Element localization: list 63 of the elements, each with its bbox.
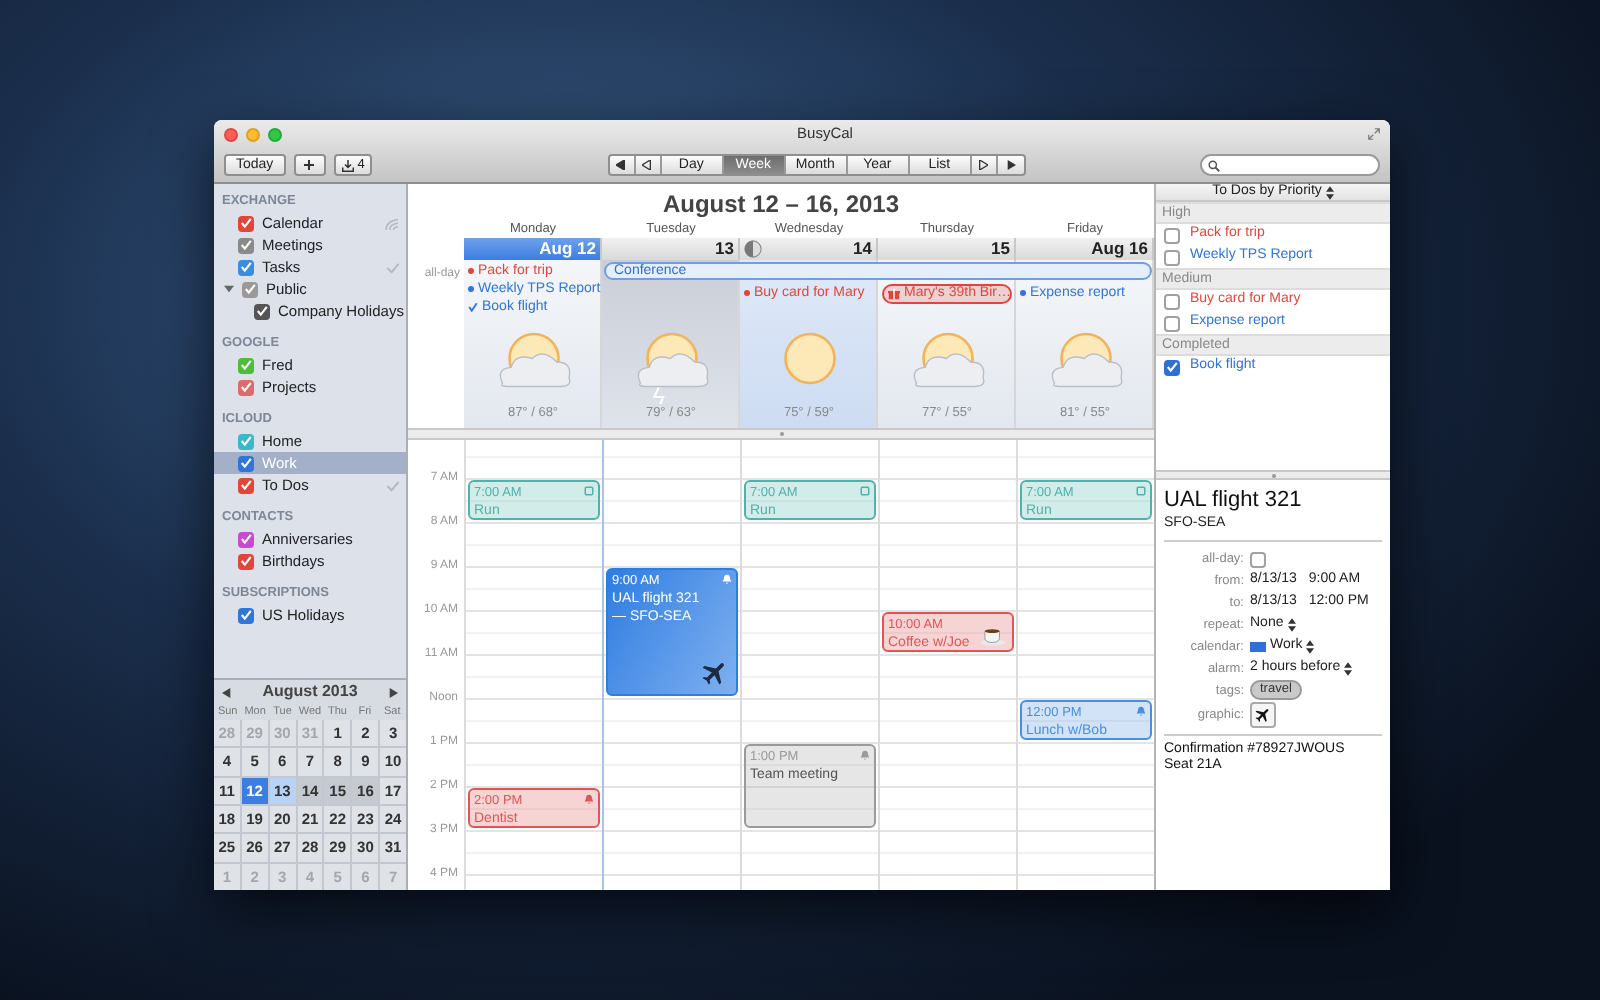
checkbox[interactable] bbox=[1164, 249, 1180, 265]
fullscreen-icon[interactable] bbox=[1368, 128, 1380, 140]
split-handle[interactable] bbox=[779, 432, 783, 436]
checkbox[interactable] bbox=[1164, 359, 1180, 375]
square-icon bbox=[584, 486, 594, 496]
checkbox[interactable] bbox=[1250, 551, 1266, 567]
checkbox[interactable] bbox=[238, 357, 254, 373]
previous-page-icon bbox=[616, 160, 627, 170]
month-title: August 2013 bbox=[262, 680, 358, 704]
checkbox[interactable] bbox=[1164, 227, 1180, 243]
previous-month-icon[interactable] bbox=[222, 687, 232, 697]
next-icon bbox=[978, 160, 989, 170]
checkmark-icon bbox=[386, 479, 400, 491]
up-down-arrows-icon bbox=[1306, 640, 1315, 654]
checkbox[interactable] bbox=[238, 553, 254, 569]
next-month-icon[interactable] bbox=[387, 687, 398, 697]
checkbox[interactable] bbox=[238, 531, 254, 547]
download-icon bbox=[341, 159, 354, 171]
square-icon bbox=[860, 486, 870, 496]
close-button[interactable] bbox=[224, 127, 238, 141]
up-down-arrows-icon bbox=[1325, 185, 1334, 199]
checkbox[interactable] bbox=[254, 303, 270, 319]
checkmark-icon bbox=[386, 261, 400, 273]
previous-icon bbox=[642, 160, 653, 170]
checkbox[interactable] bbox=[238, 259, 254, 275]
disclosure-triangle-icon[interactable] bbox=[224, 284, 234, 294]
up-down-arrows-icon bbox=[1344, 662, 1353, 676]
split-handle[interactable] bbox=[1271, 473, 1275, 477]
next-page-icon bbox=[1005, 160, 1016, 170]
checkbox[interactable] bbox=[238, 607, 254, 623]
zoom-button[interactable] bbox=[268, 127, 282, 141]
event-title: UAL flight 321 bbox=[1164, 488, 1304, 514]
checkbox[interactable] bbox=[1164, 315, 1180, 331]
bell-icon bbox=[584, 794, 594, 804]
checkbox[interactable] bbox=[238, 455, 254, 471]
search-field[interactable] bbox=[1200, 154, 1380, 176]
checkbox[interactable] bbox=[242, 281, 258, 297]
bell-icon bbox=[860, 750, 870, 760]
checkbox[interactable] bbox=[238, 477, 254, 493]
bell-icon bbox=[722, 574, 732, 584]
airplane-icon bbox=[1254, 706, 1272, 724]
date-header[interactable]: Aug 16 bbox=[1016, 238, 1154, 260]
date-header[interactable]: 13 bbox=[602, 238, 740, 260]
minimize-button[interactable] bbox=[246, 127, 260, 141]
signal-arcs-icon bbox=[384, 217, 400, 229]
plus-icon bbox=[304, 160, 315, 170]
date-header[interactable]: 14 bbox=[740, 238, 878, 260]
square-icon bbox=[1136, 486, 1146, 496]
date-header[interactable]: 15 bbox=[878, 238, 1016, 260]
graphic-button[interactable] bbox=[1250, 702, 1276, 728]
up-down-arrows-icon bbox=[1287, 618, 1296, 632]
checkbox[interactable] bbox=[238, 237, 254, 253]
add-button[interactable] bbox=[293, 154, 326, 176]
search-icon bbox=[1208, 159, 1220, 171]
bell-icon bbox=[1136, 706, 1146, 716]
gift-icon bbox=[888, 288, 900, 300]
checkbox[interactable] bbox=[1164, 293, 1180, 309]
checkbox[interactable] bbox=[238, 433, 254, 449]
moon-phase-icon bbox=[744, 240, 762, 258]
checkbox[interactable] bbox=[238, 379, 254, 395]
airplane-icon bbox=[700, 658, 730, 688]
checkbox[interactable] bbox=[238, 215, 254, 231]
week-title: August 12 – 16, 2013 bbox=[660, 188, 902, 220]
